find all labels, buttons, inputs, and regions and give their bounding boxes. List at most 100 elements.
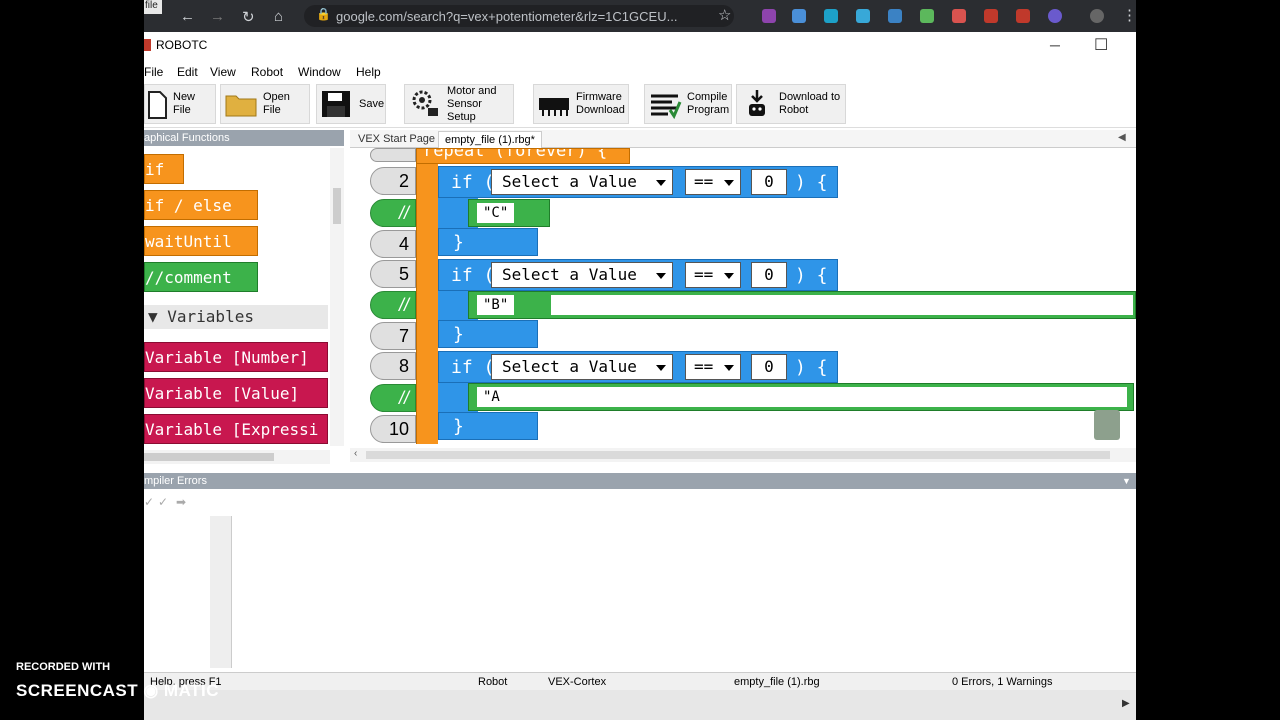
extension-icon[interactable] [856, 9, 870, 23]
palette-horizontal-scrollbar[interactable] [144, 450, 330, 464]
errors-toolbar: ✓ ✓ ➡ [144, 492, 1136, 514]
comment-text-area[interactable] [551, 295, 1133, 315]
palette-header: aphical Functions [144, 130, 344, 146]
editor-horizontal-scrollbar[interactable]: ‹ [350, 448, 1136, 462]
extension-icon[interactable] [952, 9, 966, 23]
scroll-left-icon[interactable]: ‹ [354, 448, 357, 459]
check-icon[interactable]: ✓ [158, 495, 168, 509]
scroll-thumb[interactable] [144, 453, 274, 461]
robot-download-icon [740, 88, 774, 120]
palette-block-variable-expression[interactable]: Variable [Expressi [144, 414, 328, 444]
line-number-comment: // [370, 199, 416, 227]
trash-can-icon[interactable] [1094, 410, 1120, 440]
if-block[interactable]: if ( Select a Value == 0 ) { [438, 351, 838, 383]
download-to-robot-button[interactable]: Download to Robot [736, 84, 846, 124]
menu-help[interactable]: Help [356, 65, 381, 79]
comment-block[interactable]: "C" [468, 199, 550, 227]
save-button[interactable]: Save [316, 84, 386, 124]
comment-block[interactable]: "B" [468, 291, 1136, 319]
minimize-button[interactable]: ─ [1050, 37, 1060, 53]
value-input[interactable]: 0 [751, 169, 787, 195]
line-number: 8 [370, 352, 416, 380]
compile-icon [648, 88, 682, 120]
function-palette: aphical Functions if if / else waitUntil… [144, 130, 344, 468]
palette-block-wait-until[interactable]: waitUntil [144, 226, 258, 256]
extension-icon[interactable] [920, 9, 934, 23]
menu-window[interactable]: Window [298, 65, 341, 79]
line-number-comment: // [370, 291, 416, 319]
palette-block-if[interactable]: if [144, 154, 184, 184]
browser-toolbar: file ← → ↻ ⌂ 🔒 google.com/search?q=vex+p… [144, 0, 1136, 32]
value-input[interactable]: 0 [751, 262, 787, 288]
folder-icon [224, 88, 258, 120]
palette-block-variable-number[interactable]: Variable [Number] [144, 342, 328, 372]
line-number: 7 [370, 322, 416, 350]
variables-label: Variables [167, 307, 254, 326]
menu-edit[interactable]: Edit [177, 65, 198, 79]
if-block[interactable]: if ( Select a Value == 0 ) { [438, 166, 838, 198]
repeat-body-bar [416, 164, 438, 444]
tab-empty-file[interactable]: empty_file (1).rbg* [438, 131, 542, 148]
url-text: google.com/search?q=vex+potentiometer&rl… [336, 9, 678, 24]
menu-dots-icon[interactable]: ⋮ [1122, 6, 1136, 24]
menu-robot[interactable]: Robot [251, 65, 283, 79]
file-tab-fragment: file [144, 0, 162, 14]
status-errors: 0 Errors, 1 Warnings [952, 676, 1053, 688]
menu-view[interactable]: View [210, 65, 236, 79]
operator-select[interactable]: == [685, 169, 741, 195]
scroll-thumb[interactable] [333, 188, 341, 224]
floppy-disk-icon [320, 88, 354, 120]
repeat-forever-block[interactable]: repeat (forever) { [416, 148, 630, 164]
if-block[interactable]: if ( Select a Value == 0 ) { [438, 259, 838, 291]
graphical-editor[interactable]: repeat (forever) { 2 if ( Select a Value… [350, 148, 1136, 448]
arrow-right-icon[interactable]: ➡ [176, 495, 186, 509]
chevron-down-icon [656, 273, 666, 279]
back-icon[interactable]: ← [180, 8, 195, 25]
line-number: 5 [370, 260, 416, 288]
value-select[interactable]: Select a Value [491, 169, 673, 195]
operator-select[interactable]: == [685, 354, 741, 380]
menu-file[interactable]: File [144, 65, 163, 79]
chevron-down-icon [724, 365, 734, 371]
motor-sensor-setup-button[interactable]: Motor and Sensor Setup [404, 84, 514, 124]
watermark-logo: SCREENCAST ◉ MATIC [16, 681, 219, 700]
avatar[interactable] [1090, 9, 1104, 23]
extension-icon[interactable] [1016, 9, 1030, 23]
if-end-block: } [438, 228, 538, 256]
palette-block-comment[interactable]: //comment [144, 262, 258, 292]
operator-select[interactable]: == [685, 262, 741, 288]
status-robot: Robot [478, 676, 508, 688]
extension-icon[interactable] [792, 9, 806, 23]
extension-icon[interactable] [984, 9, 998, 23]
open-file-button[interactable]: Open File [220, 84, 310, 124]
comment-block[interactable]: "A [468, 383, 1134, 411]
palette-block-if-else[interactable]: if / else [144, 190, 258, 220]
extension-icon[interactable] [762, 9, 776, 23]
chevron-down-icon[interactable]: ▼ [1122, 473, 1131, 489]
check-icon[interactable]: ✓ [144, 495, 154, 509]
scroll-thumb[interactable] [366, 451, 1110, 459]
tab-vex-start-page[interactable]: VEX Start Page [352, 131, 441, 148]
tab-scroll-icon[interactable]: ◀ [1118, 132, 1126, 143]
chevron-down-icon [656, 365, 666, 371]
chevron-down-icon [656, 180, 666, 186]
motor-gear-icon [408, 88, 442, 120]
maximize-button[interactable]: ☐ [1094, 35, 1108, 55]
extension-icon[interactable] [888, 9, 902, 23]
extension-icon[interactable] [824, 9, 838, 23]
firmware-download-button[interactable]: Firmware Download [533, 84, 629, 124]
value-input[interactable]: 0 [751, 354, 787, 380]
compile-program-button[interactable]: Compile Program [644, 84, 732, 124]
star-icon[interactable]: ☆ [718, 6, 731, 24]
scroll-right-icon[interactable]: ▶ [1122, 698, 1130, 709]
value-select[interactable]: Select a Value [491, 262, 673, 288]
reload-icon[interactable]: ↻ [242, 8, 255, 26]
palette-block-variable-value[interactable]: Variable [Value] [144, 378, 328, 408]
palette-vertical-scrollbar[interactable] [330, 148, 344, 446]
variables-category[interactable]: ▼ Variables [144, 305, 328, 329]
forward-icon[interactable]: → [210, 8, 225, 25]
extension-icon[interactable] [1048, 9, 1062, 23]
home-icon[interactable]: ⌂ [274, 8, 283, 25]
new-file-button[interactable]: New File [144, 84, 216, 124]
value-select[interactable]: Select a Value [491, 354, 673, 380]
